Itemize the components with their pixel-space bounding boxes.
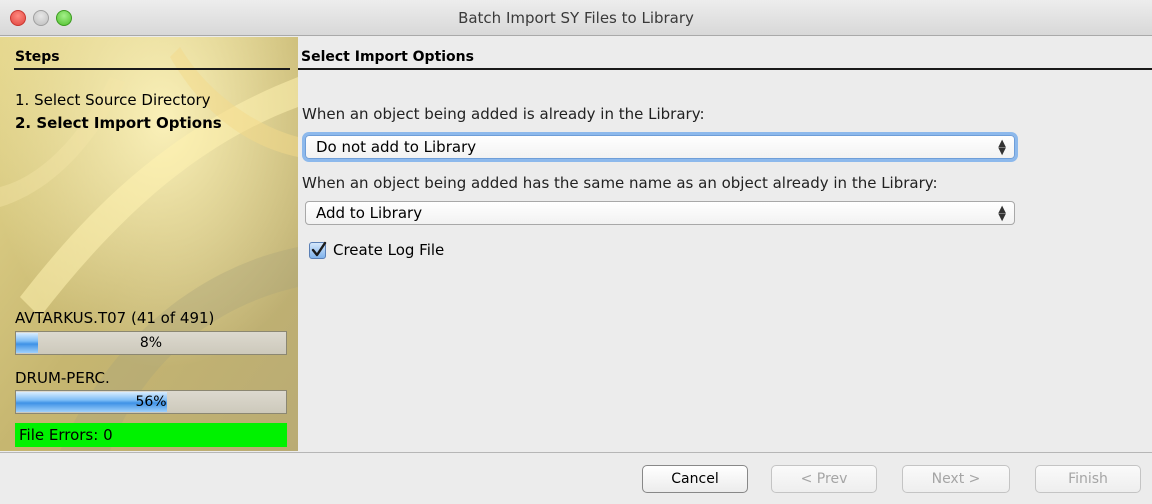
create-log-checkbox[interactable] bbox=[309, 241, 327, 259]
page-title: Select Import Options bbox=[301, 49, 474, 65]
prev-button[interactable]: < Prev bbox=[771, 465, 877, 493]
steps-divider bbox=[14, 68, 290, 70]
next-button[interactable]: Next > bbox=[902, 465, 1010, 493]
step-select-import-options: 2. Select Import Options bbox=[15, 114, 222, 132]
select-arrows-icon: ▲ ▼ bbox=[998, 138, 1006, 157]
existing-object-select-value: Do not add to Library bbox=[316, 138, 477, 156]
wizard-button-bar: Cancel < Prev Next > Finish bbox=[0, 452, 1152, 504]
steps-sidebar: Steps 1. Select Source Directory 2. Sele… bbox=[0, 37, 298, 451]
file-progress-bar: 8% bbox=[15, 331, 287, 355]
same-name-select[interactable]: Add to Library ▲ ▼ bbox=[305, 201, 1015, 225]
select-arrows-icon: ▲ ▼ bbox=[998, 204, 1006, 223]
checkmark-icon bbox=[311, 241, 327, 257]
file-progress-percent: 8% bbox=[139, 335, 163, 351]
options-panel: Select Import Options When an object bei… bbox=[298, 37, 1152, 451]
file-errors-status: File Errors: 0 bbox=[15, 423, 287, 447]
steps-heading: Steps bbox=[15, 49, 60, 65]
create-log-label[interactable]: Create Log File bbox=[333, 241, 444, 259]
current-object-label: DRUM-PERC. bbox=[15, 369, 110, 387]
existing-object-question: When an object being added is already in… bbox=[302, 105, 705, 123]
cancel-button[interactable]: Cancel bbox=[642, 465, 748, 493]
object-progress-percent: 56% bbox=[135, 394, 167, 410]
object-progress-bar: 56% bbox=[15, 390, 287, 414]
existing-object-select[interactable]: Do not add to Library ▲ ▼ bbox=[305, 135, 1015, 159]
finish-button[interactable]: Finish bbox=[1035, 465, 1141, 493]
title-divider bbox=[298, 68, 1152, 70]
current-file-label: AVTARKUS.T07 (41 of 491) bbox=[15, 309, 215, 327]
same-name-select-value: Add to Library bbox=[316, 204, 423, 222]
window-title: Batch Import SY Files to Library bbox=[458, 9, 694, 27]
same-name-question: When an object being added has the same … bbox=[302, 174, 938, 192]
import-dialog: Batch Import SY Files to Library Steps 1… bbox=[0, 0, 1152, 504]
step-select-source-directory: 1. Select Source Directory bbox=[15, 91, 211, 109]
title-bar[interactable]: Batch Import SY Files to Library bbox=[0, 0, 1152, 36]
